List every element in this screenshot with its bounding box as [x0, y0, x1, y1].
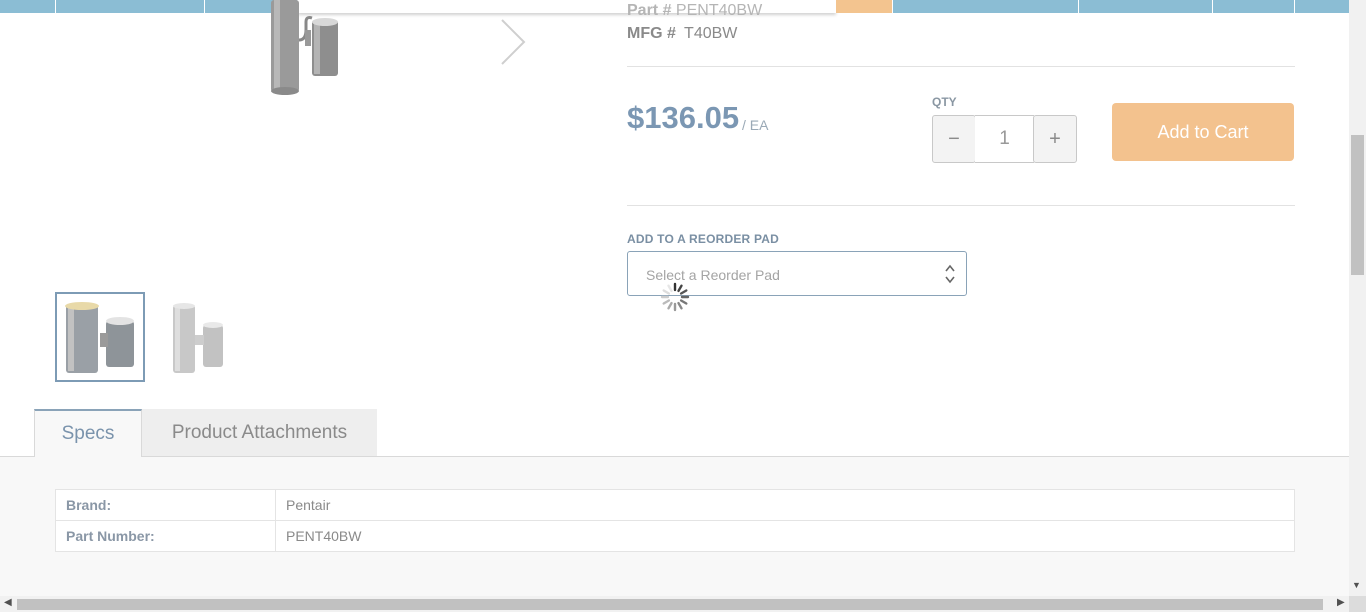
scroll-left-icon[interactable]: ◀	[4, 597, 12, 608]
select-arrows-icon	[945, 264, 955, 284]
nav-item[interactable]	[56, 0, 205, 13]
part-label: Part #	[627, 2, 672, 19]
next-image-icon[interactable]	[498, 18, 528, 66]
part-number-line: Part # PENT40BW	[627, 2, 762, 20]
spec-value: Pentair	[275, 489, 1295, 521]
scroll-right-icon[interactable]: ▶	[1337, 597, 1345, 608]
qty-label: QTY	[932, 95, 957, 109]
thumbnail-1[interactable]	[55, 292, 145, 382]
vertical-scrollbar[interactable]	[1349, 0, 1366, 596]
part-value: PENT40BW	[675, 2, 763, 19]
product-thumbnail-image	[173, 303, 223, 373]
spec-key: Brand:	[55, 489, 276, 521]
loading-spinner-icon	[660, 282, 690, 312]
nav-item[interactable]	[1213, 0, 1295, 13]
product-main-image	[271, 0, 338, 95]
nav-item[interactable]	[0, 0, 56, 13]
tab-product-attachments[interactable]: Product Attachments	[142, 409, 377, 456]
scrollbar-corner	[1349, 596, 1366, 612]
reorder-pad-label: ADD TO A REORDER PAD	[627, 232, 780, 246]
qty-input[interactable]	[975, 115, 1034, 163]
divider	[627, 205, 1295, 206]
nav-item[interactable]	[1079, 0, 1213, 13]
vertical-scrollbar-thumb[interactable]	[1351, 135, 1364, 275]
nav-item[interactable]	[1295, 0, 1349, 13]
add-to-cart-button[interactable]: Add to Cart	[1112, 103, 1294, 161]
price-unit: / EA	[742, 117, 769, 133]
search-button[interactable]	[836, 0, 893, 13]
spec-key: Part Number:	[55, 520, 276, 552]
scroll-down-icon[interactable]: ▼	[1352, 580, 1361, 590]
spec-value: PENT40BW	[275, 520, 1295, 552]
mfg-label: MFG #	[627, 25, 676, 42]
table-row: Brand: Pentair	[55, 489, 1295, 521]
table-row: Part Number: PENT40BW	[55, 520, 1295, 552]
qty-decrement-button[interactable]: −	[932, 115, 976, 163]
mfg-value: T40BW	[684, 25, 738, 42]
qty-increment-button[interactable]: +	[1033, 115, 1077, 163]
thumbnail-2[interactable]	[150, 292, 240, 382]
price: $136.05	[627, 100, 740, 135]
product-thumbnail-image	[65, 302, 134, 373]
mfg-number-line: MFG # T40BW	[627, 25, 737, 43]
product-page: Part # PENT40BW MFG # T40BW $136.05 / EA…	[0, 0, 1366, 612]
tab-specs[interactable]: Specs	[34, 409, 142, 457]
nav-item[interactable]	[893, 0, 1079, 13]
horizontal-scrollbar-thumb[interactable]	[17, 599, 1323, 610]
specs-table: Brand: Pentair Part Number: PENT40BW	[55, 489, 1295, 552]
divider	[627, 66, 1295, 67]
